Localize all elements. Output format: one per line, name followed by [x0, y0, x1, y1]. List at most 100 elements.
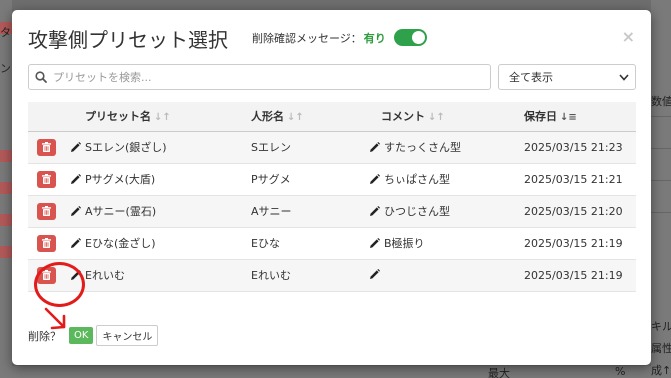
doll-name-cell: Sエレン — [251, 131, 369, 164]
edit-comment-pencil-icon[interactable] — [369, 205, 380, 220]
header-label: コメント — [381, 110, 425, 124]
header-label: 人形名 — [251, 110, 284, 124]
edit-name-pencil-icon[interactable] — [70, 173, 81, 188]
trash-icon — [42, 142, 51, 152]
saved-date-cell: 2025/03/15 21:23 — [524, 131, 636, 164]
header-comment[interactable]: コメント ↓↑ — [369, 102, 524, 132]
trash-icon — [42, 206, 51, 216]
chevron-down-icon — [619, 73, 629, 81]
preset-name: Pサグメ(大盾) — [85, 172, 156, 186]
close-button[interactable]: × — [622, 27, 635, 46]
sort-icon: ↓↑ — [428, 112, 445, 124]
delete-confirm-setting: 削除確認メッセージ： 有り — [252, 29, 427, 46]
delete-confirm-value: 有り — [363, 31, 386, 45]
background-divider — [651, 180, 671, 181]
delete-button[interactable] — [37, 138, 56, 156]
comment-cell: ひつじさん型 — [369, 195, 524, 228]
saved-date-cell: 2025/03/15 21:19 — [524, 227, 636, 260]
header-saved-date[interactable]: 保存日 ↓≡ — [524, 102, 636, 132]
background-text: 最大 — [488, 367, 510, 378]
delete-button[interactable] — [37, 170, 56, 188]
doll-name-cell: Eれいむ — [251, 259, 369, 292]
comment-text: ちぃぱさん型 — [384, 172, 450, 186]
header-label: 保存日 — [524, 110, 557, 124]
ok-button[interactable]: OK — [69, 327, 94, 344]
search-input[interactable] — [53, 70, 473, 84]
preset-name: Eれいむ — [85, 268, 125, 282]
filter-select[interactable]: 全て表示 — [498, 64, 636, 90]
delete-cell — [28, 163, 70, 196]
doll-name-cell: Pサグメ — [251, 163, 369, 196]
trash-icon — [42, 174, 51, 184]
delete-button[interactable] — [37, 202, 56, 220]
background-text: タ — [0, 26, 11, 39]
saved-date-cell: 2025/03/15 21:19 — [524, 259, 636, 292]
delete-confirm-toggle[interactable] — [393, 29, 427, 46]
comment-text: すたっくさん型 — [384, 140, 461, 154]
header-doll-name[interactable]: 人形名 ↓↑ — [251, 102, 369, 132]
doll-name-cell: Eひな — [251, 227, 369, 260]
preset-select-modal: 攻撃側プリセット選択 削除確認メッセージ： 有り × 全て表示 プリセット名↓↑… — [12, 10, 651, 365]
saved-date-cell: 2025/03/15 21:20 — [524, 195, 636, 228]
preset-name-cell: Eれいむ — [70, 259, 251, 292]
delete-prompt-label: 削除？ — [28, 329, 61, 343]
preset-name: Sエレン(銀ざし) — [85, 140, 167, 154]
background-divider — [651, 148, 671, 149]
toggle-knob — [411, 31, 425, 44]
background-fragment — [0, 214, 12, 226]
edit-comment-pencil-icon[interactable] — [369, 173, 380, 188]
preset-name-cell: Sエレン(銀ざし) — [70, 131, 251, 164]
filter-selected-value: 全て表示 — [509, 71, 553, 84]
comment-text: ひつじさん型 — [384, 204, 450, 218]
table-header-row: プリセット名 ↓↑ 人形名 ↓↑ コメント ↓↑ 保存日 ↓≡ — [28, 102, 636, 132]
preset-name-cell: Pサグメ(大盾) — [70, 163, 251, 196]
edit-comment-pencil-icon[interactable] — [369, 268, 380, 283]
comment-text: B極振り — [384, 236, 425, 250]
comment-cell: ちぃぱさん型 — [369, 163, 524, 196]
cancel-button[interactable]: キャンセル — [96, 325, 159, 346]
table-row[interactable]: Eひな(金ざし) Eひな B極振り 2025/03/15 21:19 — [28, 227, 636, 260]
search-box — [28, 64, 491, 90]
search-icon — [35, 71, 47, 83]
trash-icon — [42, 238, 51, 248]
background-fragment — [0, 182, 12, 194]
comment-cell: すたっくさん型 — [369, 131, 524, 164]
delete-cell — [28, 131, 70, 164]
edit-name-pencil-icon[interactable] — [70, 205, 81, 220]
doll-name-cell: Aサニー — [251, 195, 369, 228]
table-row[interactable]: Aサニー(霊石) Aサニー ひつじさん型 2025/03/15 21:20 — [28, 195, 636, 228]
delete-button[interactable] — [37, 234, 56, 252]
header-label: プリセット名 — [85, 110, 151, 124]
delete-confirm-prompt: 削除？ OK キャンセル — [28, 325, 159, 346]
background-divider — [651, 212, 671, 213]
background-left-edge: タ ン — [0, 0, 12, 378]
table-row[interactable]: Eれいむ Eれいむ 2025/03/15 21:19 — [28, 259, 636, 292]
sort-icon: ↓↑ — [287, 112, 304, 124]
delete-cell — [28, 195, 70, 228]
edit-comment-pencil-icon[interactable] — [369, 237, 380, 252]
comment-cell — [369, 259, 524, 292]
sort-desc-icon: ↓≡ — [560, 112, 577, 124]
edit-comment-pencil-icon[interactable] — [369, 141, 380, 156]
background-text: ン — [0, 62, 11, 75]
background-bottom-edge: 最大 % — [12, 365, 651, 378]
background-text: 数値 — [651, 95, 671, 108]
header-delete-col — [28, 102, 70, 132]
background-text: キル — [651, 320, 671, 333]
background-text: 属性 — [651, 342, 671, 355]
table-row[interactable]: Pサグメ(大盾) Pサグメ ちぃぱさん型 2025/03/15 21:21 — [28, 163, 636, 196]
background-text: % — [615, 365, 626, 378]
edit-name-pencil-icon[interactable] — [70, 237, 81, 252]
edit-name-pencil-icon[interactable] — [70, 141, 81, 156]
modal-title: 攻撃側プリセット選択 — [28, 28, 228, 52]
table-row[interactable]: Sエレン(銀ざし) Sエレン すたっくさん型 2025/03/15 21:23 — [28, 131, 636, 164]
background-fragment — [0, 246, 12, 258]
header-preset-name[interactable]: プリセット名 ↓↑ — [70, 102, 251, 132]
preset-name-cell: Aサニー(霊石) — [70, 195, 251, 228]
delete-cell — [28, 227, 70, 260]
background-divider — [651, 116, 671, 117]
background-fragment — [0, 150, 12, 162]
preset-name: Eひな(金ざし) — [85, 236, 156, 250]
comment-cell: B極振り — [369, 227, 524, 260]
background-right-edge: 数値 キル 属性 成↑ — [651, 0, 671, 378]
